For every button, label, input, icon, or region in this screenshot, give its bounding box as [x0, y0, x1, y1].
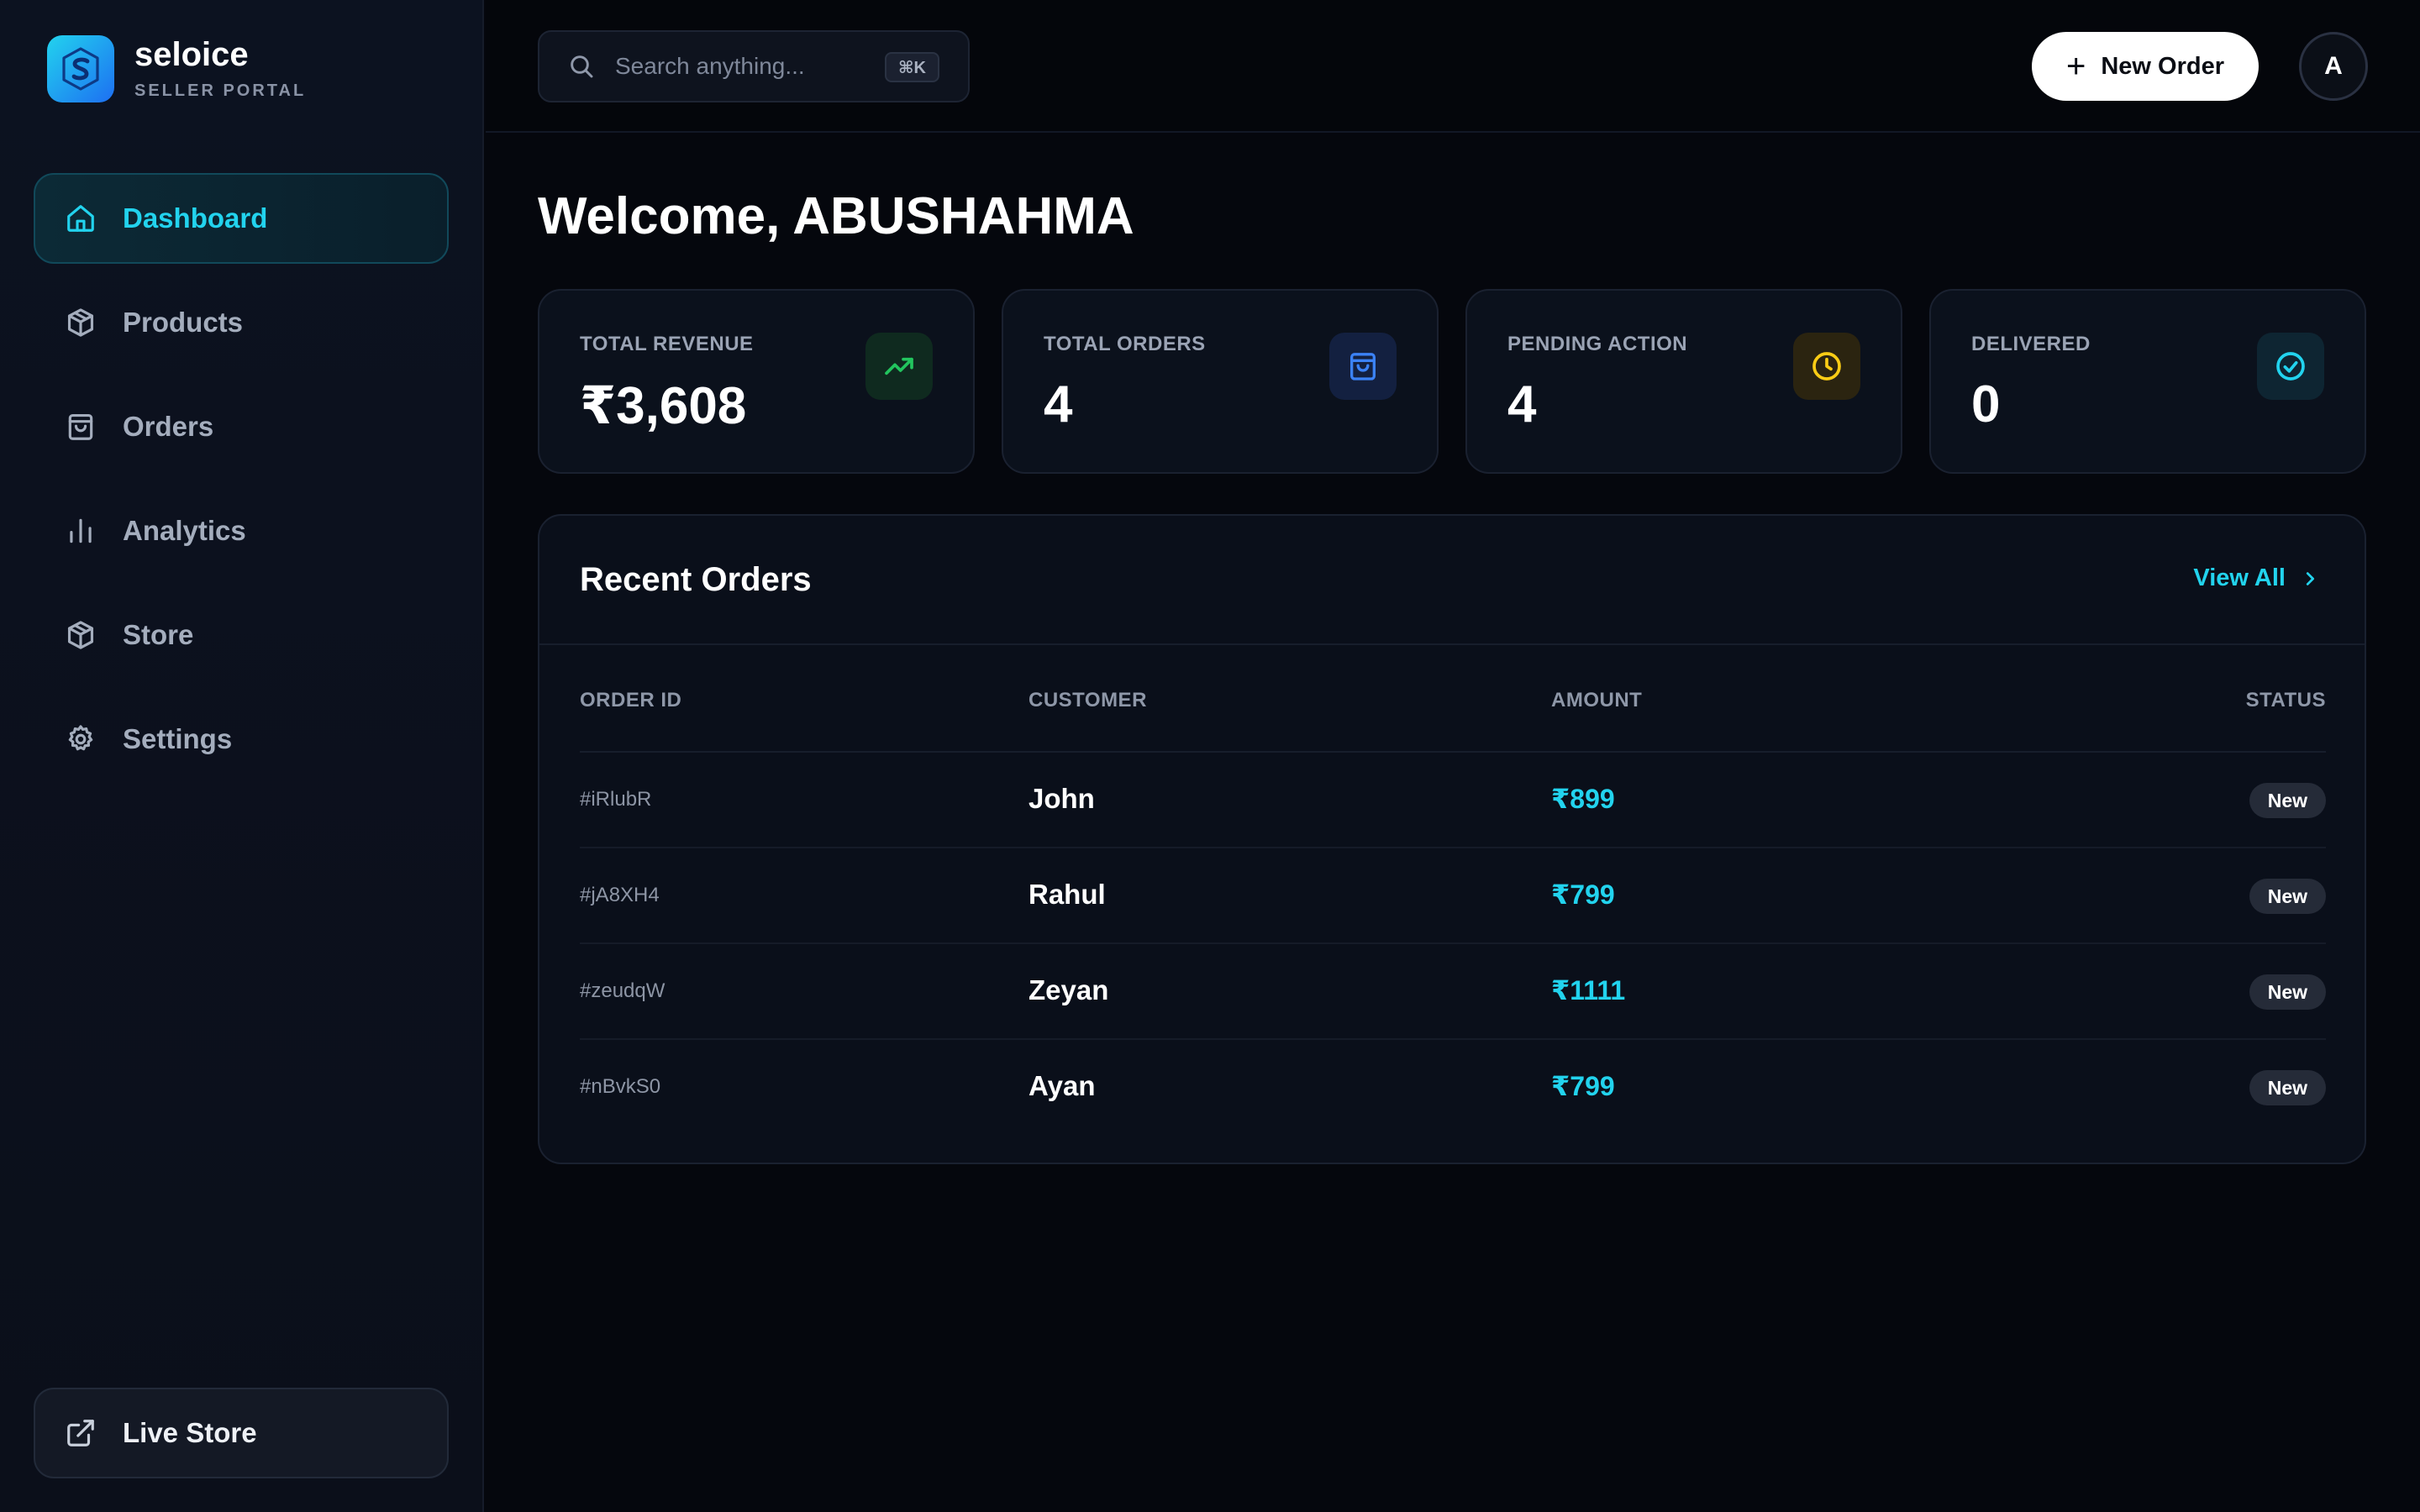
- column-header-order-id: ORDER ID: [580, 689, 682, 711]
- topbar: ⌘K + New Order A: [486, 0, 2420, 133]
- trending-up-icon: [865, 333, 933, 400]
- brand[interactable]: seloice SELLER PORTAL: [47, 35, 306, 102]
- sidebar-item-products[interactable]: Products: [34, 277, 449, 368]
- status-badge: New: [2249, 879, 2326, 914]
- sidebar-item-label: Settings: [123, 723, 233, 754]
- view-all-label: View All: [2193, 564, 2286, 591]
- stat-card-pending-action: PENDING ACTION 4: [1465, 289, 1902, 474]
- plus-icon: +: [2065, 48, 2086, 85]
- stat-card-total-revenue: TOTAL REVENUE ₹3,608: [538, 289, 975, 474]
- sidebar-item-label: Dashboard: [123, 202, 268, 234]
- sidebar-item-label: Analytics: [123, 515, 246, 546]
- stat-value: 4: [1507, 375, 1537, 433]
- chevron-right-icon: [2301, 570, 2319, 588]
- order-id: #nBvkS0: [580, 1075, 661, 1098]
- package-icon: [64, 306, 97, 339]
- live-store-button[interactable]: Live Store: [34, 1388, 449, 1478]
- stat-label: TOTAL ORDERS: [1044, 333, 1206, 355]
- clock-icon: [1793, 333, 1860, 400]
- order-id: #iRlubR: [580, 788, 652, 811]
- recent-orders-header: Recent Orders View All: [539, 516, 2365, 645]
- customer-name: Zeyan: [1028, 974, 1109, 1005]
- package-icon: [64, 618, 97, 652]
- stat-value: 4: [1044, 375, 1073, 433]
- check-circle-icon: [2257, 333, 2324, 400]
- stat-value: 0: [1971, 375, 2001, 433]
- sidebar-item-label: Store: [123, 619, 194, 650]
- search-shortcut-hint: ⌘K: [885, 52, 939, 82]
- recent-orders-title: Recent Orders: [580, 561, 812, 598]
- sidebar-nav: Dashboard Products Orders Analytics Stor…: [34, 173, 449, 798]
- column-header-amount: AMOUNT: [1551, 689, 1643, 711]
- brand-subtitle: SELLER PORTAL: [134, 81, 307, 100]
- customer-name: Ayan: [1028, 1070, 1096, 1101]
- sidebar-item-label: Products: [123, 307, 244, 338]
- stat-label: TOTAL REVENUE: [580, 333, 754, 355]
- order-amount: ₹799: [1551, 1071, 1615, 1101]
- sidebar-item-label: Orders: [123, 411, 214, 442]
- sidebar-item-store[interactable]: Store: [34, 590, 449, 680]
- sidebar-item-settings[interactable]: Settings: [34, 694, 449, 785]
- status-badge: New: [2249, 974, 2326, 1010]
- customer-name: Rahul: [1028, 879, 1106, 910]
- order-id: #zeudqW: [580, 979, 666, 1002]
- view-all-link[interactable]: View All: [2193, 564, 2319, 592]
- stat-value: ₹3,608: [580, 377, 747, 435]
- brand-name: seloice: [134, 35, 249, 73]
- external-link-icon: [64, 1416, 97, 1450]
- sidebar-item-dashboard[interactable]: Dashboard: [34, 173, 449, 264]
- stat-label: DELIVERED: [1971, 333, 2091, 355]
- stat-card-delivered: DELIVERED 0: [1929, 289, 2366, 474]
- live-store-label: Live Store: [123, 1417, 257, 1448]
- column-header-customer: CUSTOMER: [1028, 689, 1147, 711]
- shopping-bag-icon: [1329, 333, 1397, 400]
- status-badge: New: [2249, 1070, 2326, 1105]
- sidebar-item-orders[interactable]: Orders: [34, 381, 449, 472]
- stat-card-total-orders: TOTAL ORDERS 4: [1002, 289, 1439, 474]
- gear-icon: [64, 722, 97, 756]
- page-title: Welcome, ABUSHAHMA: [538, 187, 1134, 245]
- order-id: #jA8XH4: [580, 884, 660, 906]
- new-order-label: New Order: [2101, 52, 2225, 80]
- customer-name: John: [1028, 783, 1095, 814]
- table-row[interactable]: #zeudqW Zeyan ₹1111 New: [580, 944, 2326, 1040]
- search-box[interactable]: ⌘K: [538, 30, 970, 102]
- search-input[interactable]: [615, 53, 884, 80]
- search-icon: [566, 51, 597, 81]
- new-order-button[interactable]: + New Order: [2032, 32, 2259, 101]
- table-row[interactable]: #jA8XH4 Rahul ₹799 New: [580, 848, 2326, 944]
- order-amount: ₹1111: [1551, 975, 1626, 1005]
- order-amount: ₹899: [1551, 784, 1615, 814]
- column-header-status: STATUS: [2245, 689, 2326, 711]
- recent-orders-card: Recent Orders View All ORDER ID CUSTOMER…: [538, 514, 2366, 1164]
- brand-logo-icon: [47, 35, 114, 102]
- table-header: ORDER ID CUSTOMER AMOUNT STATUS: [580, 645, 2326, 753]
- avatar[interactable]: A: [2299, 32, 2368, 101]
- shopping-bag-icon: [64, 410, 97, 444]
- status-badge: New: [2249, 783, 2326, 818]
- table-row[interactable]: #iRlubR John ₹899 New: [580, 753, 2326, 848]
- stat-label: PENDING ACTION: [1507, 333, 1688, 355]
- order-amount: ₹799: [1551, 879, 1615, 910]
- home-icon: [64, 202, 97, 235]
- table-row[interactable]: #nBvkS0 Ayan ₹799 New: [580, 1040, 2326, 1136]
- sidebar: seloice SELLER PORTAL Dashboard Products…: [0, 0, 484, 1512]
- bar-chart-icon: [64, 514, 97, 548]
- sidebar-item-analytics[interactable]: Analytics: [34, 486, 449, 576]
